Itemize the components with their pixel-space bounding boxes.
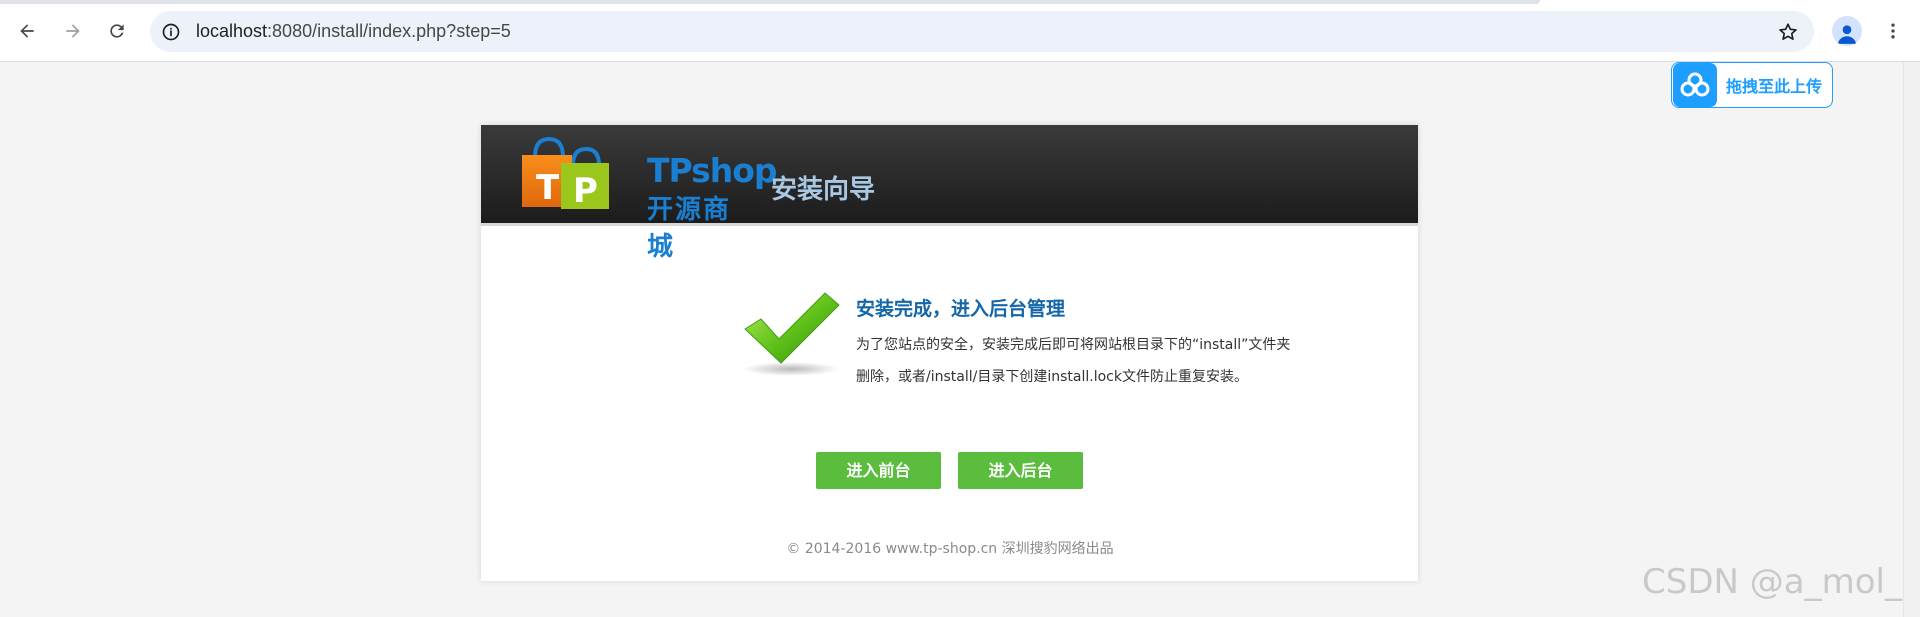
svg-text:T: T [536,168,560,208]
bookmark-button[interactable] [1776,20,1800,44]
upload-icon-box [1673,63,1717,107]
install-header: T P TPshop 开源商城 安装向导 [481,125,1418,262]
drag-upload-widget[interactable]: 拖拽至此上传 [1671,62,1833,108]
url-text[interactable]: localhost:8080/install/index.php?step=5 [196,11,511,52]
browser-menu-button[interactable] [1878,16,1908,46]
enter-admin-button[interactable]: 进入后台 [958,452,1083,489]
svg-text:P: P [573,171,598,211]
wizard-title: 安装向导 [771,175,876,205]
enter-frontend-button[interactable]: 进入前台 [816,452,941,489]
shopping-bag-logo-icon: T P [522,136,609,211]
description-line-1: 为了您站点的安全，安装完成后即可将网站根目录下的“install”文件夹 [856,337,1291,353]
address-bar[interactable]: localhost:8080/install/index.php?step=5 [150,11,1814,52]
logo-text-en: TPshop [647,151,778,190]
reload-icon [110,24,124,38]
page-viewport: 拖拽至此上传 T P TPshop 开源商城 安装向导 安装完成，进入后台管理 … [0,62,1920,617]
profile-button[interactable] [1832,16,1862,46]
arrow-left-icon [20,24,34,38]
person-icon [1837,25,1857,44]
star-icon [1779,23,1797,40]
install-complete-title: 安装完成，进入后台管理 [856,298,1066,320]
install-panel: T P TPshop 开源商城 安装向导 安装完成，进入后台管理 为了您站点的安… [481,125,1418,581]
three-dots-icon [1891,23,1895,39]
back-button[interactable] [9,13,45,49]
forward-button[interactable] [55,13,91,49]
checkmark-icon [743,292,840,376]
url-path: :8080/install/index.php?step=5 [267,21,511,41]
copyright-footer: © 2014-2016 www.tp-shop.cn 深圳搜豹网络出品 [786,541,1114,557]
cloud-icon [1680,72,1710,97]
install-complete-description: 为了您站点的安全，安装完成后即可将网站根目录下的“install”文件夹 删除，… [856,329,1316,393]
url-host: localhost [196,21,268,41]
site-info-button[interactable] [160,21,182,43]
upload-label: 拖拽至此上传 [1726,77,1823,96]
info-icon [162,23,180,41]
tab-strip-edge [0,0,1540,4]
vertical-scrollbar[interactable] [1903,62,1920,617]
description-line-2: 删除，或者/install/目录下创建install.lock文件防止重复安装。 [856,369,1248,385]
csdn-watermark: CSDN @a_mol_ [1642,562,1902,602]
browser-toolbar: localhost:8080/install/index.php?step=5 [0,0,1920,62]
reload-button[interactable] [99,13,135,49]
tpshop-logo: T P TPshop 开源商城 [517,135,778,262]
logo-text-cn: 开源商城 [647,195,732,262]
arrow-right-icon [66,24,80,38]
